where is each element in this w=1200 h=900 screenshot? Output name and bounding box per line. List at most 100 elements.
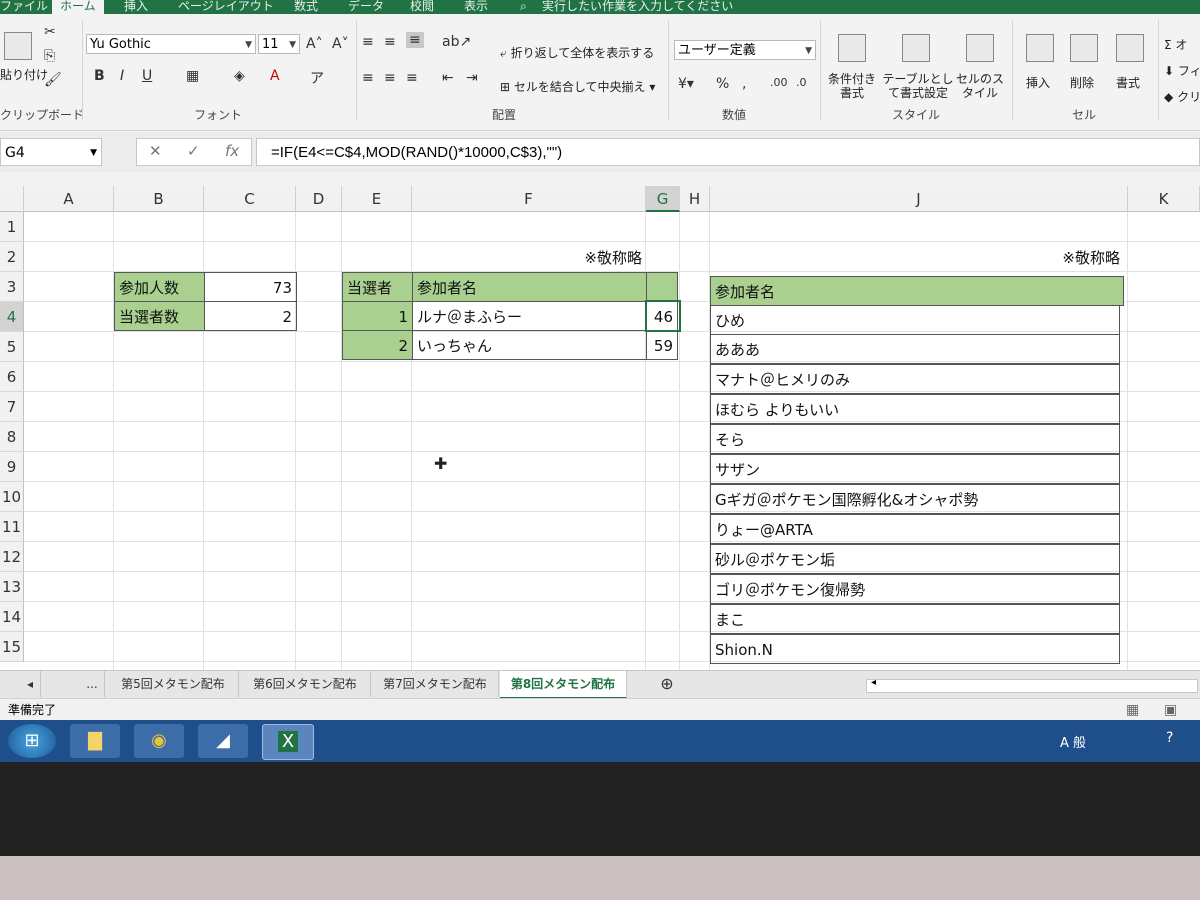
participant-cell[interactable]: ゴリ＠ポケモン復帰勢 — [710, 574, 1120, 604]
orientation-icon[interactable]: ab↗ — [442, 34, 471, 50]
column-header-a[interactable]: A — [24, 186, 114, 212]
decrease-indent-icon[interactable]: ⇤ — [442, 70, 454, 86]
participant-cell[interactable]: あああ — [710, 334, 1120, 364]
row-header-9[interactable]: 9 — [0, 452, 24, 482]
winner-name-cell[interactable]: ルナ＠まふらー — [412, 301, 647, 331]
row-header-6[interactable]: 6 — [0, 362, 24, 392]
align-left-icon[interactable]: ≡ — [362, 70, 374, 86]
shrink-font-icon[interactable]: A˅ — [332, 36, 349, 52]
fill-button[interactable]: ⬇ フィ — [1164, 62, 1200, 79]
winner-no-cell[interactable]: 1 — [342, 301, 413, 331]
add-sheet-icon[interactable]: ⊕ — [656, 671, 678, 697]
column-header-d[interactable]: D — [296, 186, 342, 212]
tab-view[interactable]: 表示 — [464, 0, 488, 12]
scroll-left-icon[interactable]: ◂ — [871, 677, 876, 688]
select-all-corner[interactable] — [0, 186, 24, 212]
participant-cell[interactable]: ほむら よりもいい — [710, 394, 1120, 424]
merge-center-button[interactable]: ⊞ セルを結合して中央揃え ▾ — [500, 78, 655, 95]
participant-cell[interactable]: りょー@ARTA — [710, 514, 1120, 544]
page-layout-view-icon[interactable]: ▣ — [1164, 699, 1177, 721]
row-header-3[interactable]: 3 — [0, 272, 24, 302]
borders-icon[interactable]: ▦ — [186, 68, 199, 84]
underline-button[interactable]: U — [142, 68, 152, 84]
participant-cell[interactable]: Gギガ＠ポケモン国際孵化&オシャポ勢 — [710, 484, 1120, 514]
bold-button[interactable]: B — [94, 68, 105, 84]
format-as-table-icon[interactable] — [902, 34, 930, 62]
participant-cell[interactable]: そら — [710, 424, 1120, 454]
italic-button[interactable]: I — [120, 68, 124, 84]
taskbar-app[interactable]: ◢ — [198, 724, 248, 758]
cut-icon[interactable]: ✂ — [44, 24, 56, 40]
format-as-table-button[interactable]: テーブルとして書式設定 — [880, 72, 956, 100]
number-format-select[interactable]: ユーザー定義 ▼ — [674, 40, 816, 60]
column-header-g[interactable]: G — [646, 186, 680, 212]
taskbar-chrome[interactable]: ◉ — [134, 724, 184, 758]
percent-icon[interactable]: % — [716, 76, 729, 92]
align-center-icon[interactable]: ≡ — [384, 70, 396, 86]
ime-indicator[interactable]: A 般 — [1060, 732, 1086, 751]
participant-cell[interactable]: マナト＠ヒメリのみ — [710, 364, 1120, 394]
tab-review[interactable]: 校閲 — [410, 0, 434, 12]
worksheet-grid[interactable]: A B C D E F G H J K 1 2 3 4 5 6 7 8 9 10… — [0, 186, 1200, 670]
row-header-2[interactable]: 2 — [0, 242, 24, 272]
insert-cells-button[interactable]: 挿入 — [1026, 74, 1050, 91]
tab-formulas[interactable]: 数式 — [294, 0, 318, 12]
winners-label-cell[interactable]: 当選者数 — [114, 301, 205, 331]
participant-cell[interactable]: まこ — [710, 604, 1120, 634]
increase-indent-icon[interactable]: ⇥ — [466, 70, 478, 86]
participant-cell[interactable]: ひめ — [710, 305, 1120, 335]
winners-value-cell[interactable]: 2 — [204, 301, 297, 331]
start-button[interactable]: ⊞ — [8, 724, 56, 758]
conditional-format-icon[interactable] — [838, 34, 866, 62]
row-header-1[interactable]: 1 — [0, 212, 24, 242]
note-cell[interactable]: ※敬称略 — [710, 243, 1124, 273]
row-header-7[interactable]: 7 — [0, 392, 24, 422]
participants-label-cell[interactable]: 参加人数 — [114, 272, 205, 302]
row-header-5[interactable]: 5 — [0, 332, 24, 362]
clear-button[interactable]: ◆ クリ — [1164, 88, 1200, 105]
paste-button[interactable]: 貼り付け — [0, 66, 48, 83]
column-header-k[interactable]: K — [1128, 186, 1200, 212]
decrease-decimal-icon[interactable]: .0 — [796, 76, 807, 89]
comma-icon[interactable]: , — [742, 76, 746, 92]
copy-icon[interactable]: ⎘ — [44, 48, 55, 64]
insert-function-icon[interactable]: fx — [225, 142, 239, 160]
cell-styles-button[interactable]: セルのスタイル — [952, 72, 1008, 100]
format-painter-icon[interactable]: 🖌 — [44, 72, 62, 88]
font-size-select[interactable]: 11 ▼ — [258, 34, 300, 54]
taskbar-explorer[interactable]: ▇ — [70, 724, 120, 758]
tab-data[interactable]: データ — [348, 0, 384, 12]
column-header-c[interactable]: C — [204, 186, 296, 212]
taskbar-excel[interactable]: X — [262, 724, 314, 760]
formula-input[interactable]: =IF(E4<=C$4,MOD(RAND()*10000,C$3),"") — [256, 138, 1200, 166]
participants-header[interactable]: 参加者名 — [710, 276, 1124, 306]
align-top-icon[interactable]: ≡ — [362, 34, 374, 50]
insert-cells-icon[interactable] — [1026, 34, 1054, 62]
cell-styles-icon[interactable] — [966, 34, 994, 62]
sheet-tab[interactable]: 第6回メタモン配布 — [240, 671, 371, 697]
tab-home[interactable]: ホーム — [52, 0, 104, 14]
row-header-15[interactable]: 15 — [0, 632, 24, 662]
more-sheets-button[interactable]: ... — [80, 671, 105, 697]
format-cells-button[interactable]: 書式 — [1116, 74, 1140, 91]
participant-cell[interactable]: 砂ル＠ポケモン垢 — [710, 544, 1120, 574]
align-middle-icon[interactable]: ≡ — [384, 34, 396, 50]
phonetic-icon[interactable]: ア — [310, 68, 324, 88]
row-header-11[interactable]: 11 — [0, 512, 24, 542]
tell-me-box[interactable]: 実行したい作業を入力してください — [542, 0, 733, 12]
tab-insert[interactable]: 挿入 — [124, 0, 148, 12]
prev-sheet-icon[interactable]: ◂ — [20, 671, 41, 697]
winner-g-cell[interactable]: 59 — [646, 330, 678, 360]
wrap-text-button[interactable]: ⤶ 折り返して全体を表示する — [500, 44, 654, 61]
grow-font-icon[interactable]: A˄ — [306, 36, 323, 52]
column-header-b[interactable]: B — [114, 186, 204, 212]
delete-cells-icon[interactable] — [1070, 34, 1098, 62]
sheet-tab-active[interactable]: 第8回メタモン配布 — [500, 671, 627, 699]
row-header-13[interactable]: 13 — [0, 572, 24, 602]
participant-cell[interactable]: サザン — [710, 454, 1120, 484]
align-right-icon[interactable]: ≡ — [406, 70, 418, 86]
sheet-tab[interactable]: 第7回メタモン配布 — [372, 671, 499, 697]
fill-color-icon[interactable]: ◈ — [234, 68, 245, 84]
font-name-select[interactable]: Yu Gothic ▼ — [86, 34, 256, 54]
winner-no-header[interactable]: 当選者 — [342, 272, 413, 302]
